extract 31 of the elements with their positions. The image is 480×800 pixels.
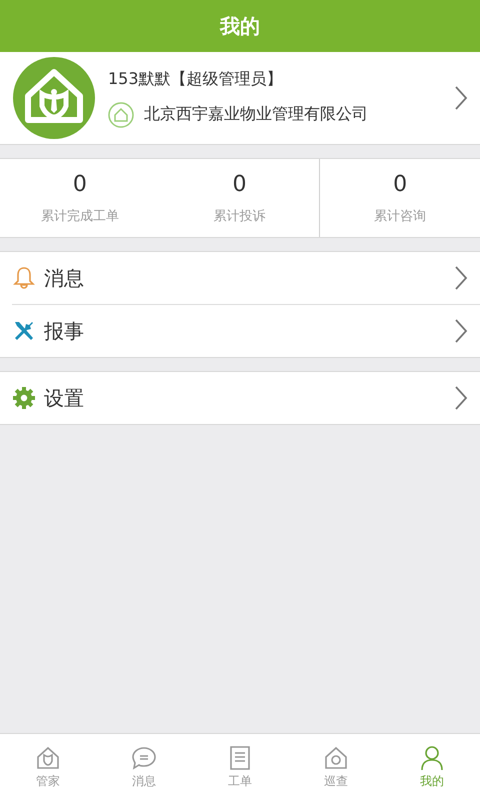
gear-icon <box>12 386 36 410</box>
tab-item[interactable]: 巡查 <box>288 734 384 800</box>
profile-card[interactable]: 153默默【超级管理员】 北京西宇嘉业物业管理有限公司 <box>0 52 480 145</box>
stat-value: 0 <box>232 172 246 196</box>
stat-label: 累计完成工单 <box>40 208 119 224</box>
avatar-icon <box>12 56 96 140</box>
tab-item[interactable]: 我的 <box>384 734 480 800</box>
house-icon <box>108 102 134 128</box>
menu-item[interactable]: 报事 <box>12 304 480 357</box>
company-name: 北京西宇嘉业物业管理有限公司 <box>144 104 368 125</box>
house-icon <box>35 744 61 770</box>
bell-icon <box>12 266 36 290</box>
stat-value: 0 <box>393 172 408 196</box>
chevron-icon <box>454 385 468 411</box>
chevron-icon <box>454 265 468 291</box>
tab-item[interactable]: 管家 <box>0 734 96 800</box>
chat-icon <box>130 744 158 770</box>
tools-icon <box>12 319 36 343</box>
person-icon <box>419 744 445 770</box>
stat-value: 0 <box>72 172 87 196</box>
chevron-icon <box>454 318 468 344</box>
user-name: 153默默【超级管理员】 <box>108 68 284 90</box>
stat-label: 累计投诉 <box>214 208 266 224</box>
page-title: 我的 <box>220 12 260 40</box>
chevron-icon <box>454 85 468 111</box>
house-icon <box>323 744 349 770</box>
menu-item[interactable]: 消息 <box>12 252 480 304</box>
tab-item[interactable]: 消息 <box>96 734 192 800</box>
tab-item[interactable]: 工单 <box>192 734 288 800</box>
stat-label: 累计咨询 <box>374 208 426 224</box>
document-icon <box>227 744 253 770</box>
